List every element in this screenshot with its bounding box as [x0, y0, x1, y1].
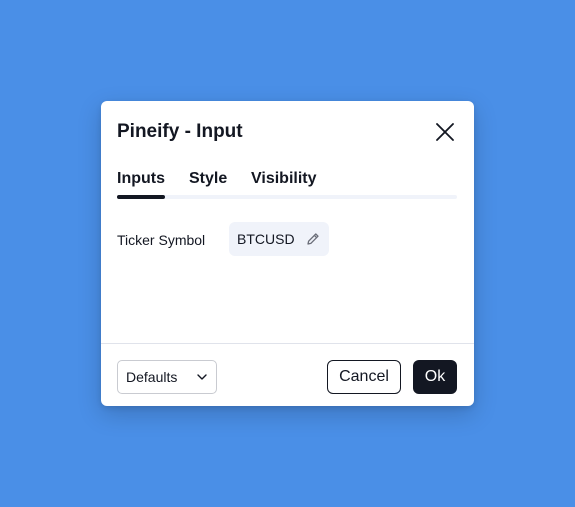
tab-inputs[interactable]: Inputs [117, 169, 165, 189]
defaults-dropdown[interactable]: Defaults [117, 360, 217, 394]
close-icon [436, 123, 454, 141]
footer-divider [101, 343, 474, 344]
page-background: { "dialog": { "title": "Pineify - Input"… [0, 0, 575, 507]
ticker-symbol-value: BTCUSD [237, 231, 295, 247]
tab-track [117, 195, 457, 199]
ticker-symbol-label: Ticker Symbol [117, 232, 206, 248]
pencil-icon [305, 231, 321, 247]
tab-bar: Inputs Style Visibility [117, 167, 457, 199]
ok-button[interactable]: Ok [413, 360, 457, 394]
tab-style[interactable]: Style [189, 169, 227, 189]
dialog-title: Pineify - Input [117, 121, 243, 142]
chevron-down-icon [196, 371, 208, 383]
ticker-symbol-field[interactable]: BTCUSD [229, 222, 329, 256]
defaults-label: Defaults [126, 369, 178, 385]
close-button[interactable] [434, 121, 456, 143]
cancel-button[interactable]: Cancel [327, 360, 401, 394]
active-tab-indicator [117, 195, 165, 199]
input-settings-dialog: Pineify - Input Inputs Style Visibility … [101, 101, 474, 406]
tab-visibility[interactable]: Visibility [251, 169, 317, 189]
